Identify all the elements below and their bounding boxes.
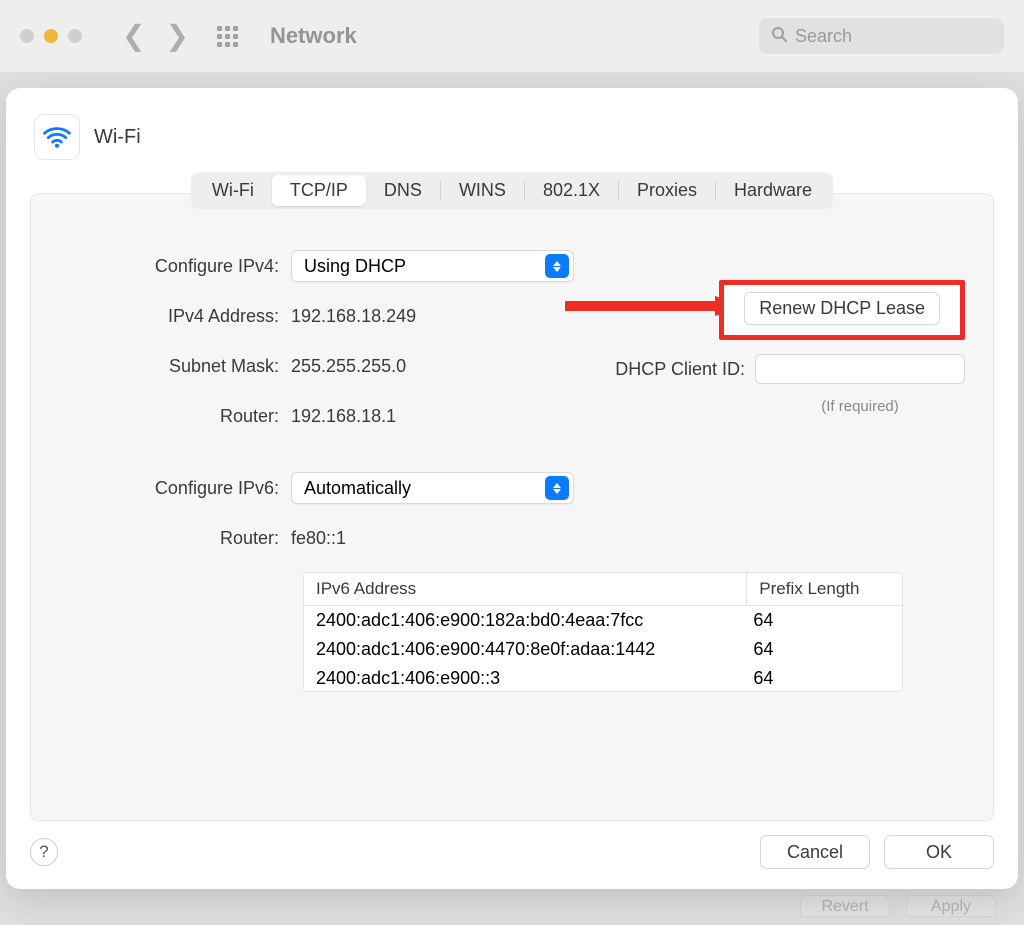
subnet-mask-label: Subnet Mask: <box>61 356 291 377</box>
annotation-highlight-box: Renew DHCP Lease <box>719 280 965 340</box>
tab-dns[interactable]: DNS <box>366 175 440 206</box>
revert-button[interactable]: Revert <box>800 895 890 917</box>
ipv6-table-body: 2400:adc1:406:e900:182a:bd0:4eaa:7fcc 64… <box>304 606 902 692</box>
ipv6-table-header: IPv6 Address Prefix Length <box>304 573 902 606</box>
configure-ipv6-value: Automatically <box>304 478 411 499</box>
renew-dhcp-lease-button[interactable]: Renew DHCP Lease <box>744 292 940 325</box>
ipv4-router-label: Router: <box>61 406 291 427</box>
table-row[interactable]: 2400:adc1:406:e900::3 64 <box>304 664 902 692</box>
dhcp-side-panel: Renew DHCP Lease DHCP Client ID: (If req… <box>615 280 965 415</box>
ipv4-address-label: IPv4 Address: <box>61 306 291 327</box>
help-button[interactable]: ? <box>30 838 58 866</box>
tab-tcpip[interactable]: TCP/IP <box>272 175 366 206</box>
table-row[interactable]: 2400:adc1:406:e900:182a:bd0:4eaa:7fcc 64 <box>304 606 902 635</box>
ipv6-table[interactable]: IPv6 Address Prefix Length 2400:adc1:406… <box>303 572 903 692</box>
configure-ipv4-label: Configure IPv4: <box>61 256 291 277</box>
ipv4-address-value: 192.168.18.249 <box>291 306 416 327</box>
configure-ipv6-select[interactable]: Automatically <box>291 472 574 504</box>
network-settings-sheet: Wi-Fi Wi-Fi TCP/IP DNS WINS 802.1X Proxi… <box>6 88 1018 889</box>
cancel-button[interactable]: Cancel <box>760 835 870 869</box>
sheet-header: Wi-Fi <box>34 114 994 160</box>
dhcp-client-id-row: DHCP Client ID: <box>615 354 965 384</box>
tab-wins[interactable]: WINS <box>441 175 524 206</box>
tab-8021x[interactable]: 802.1X <box>525 175 618 206</box>
sheet-footer: ? Cancel OK <box>30 835 994 869</box>
tcpip-panel: Renew DHCP Lease DHCP Client ID: (If req… <box>30 193 994 821</box>
tab-bar: Wi-Fi TCP/IP DNS WINS 802.1X Proxies Har… <box>30 172 994 209</box>
tab-wifi[interactable]: Wi-Fi <box>194 175 272 206</box>
configure-ipv6-label: Configure IPv6: <box>61 478 291 499</box>
ok-button[interactable]: OK <box>884 835 994 869</box>
configure-ipv4-value: Using DHCP <box>304 256 406 277</box>
dhcp-client-id-label: DHCP Client ID: <box>615 359 745 380</box>
wifi-icon <box>34 114 80 160</box>
sheet-title: Wi-Fi <box>94 126 141 149</box>
subnet-mask-value: 255.255.255.0 <box>291 356 406 377</box>
ipv6-header-prefix: Prefix Length <box>747 573 902 605</box>
dhcp-client-id-input[interactable] <box>755 354 965 384</box>
table-row[interactable]: 2400:adc1:406:e900:4470:8e0f:adaa:1442 6… <box>304 635 902 664</box>
tab-hardware[interactable]: Hardware <box>716 175 830 206</box>
ipv4-router-value: 192.168.18.1 <box>291 406 396 427</box>
apply-button[interactable]: Apply <box>906 895 996 917</box>
ipv6-router-label: Router: <box>61 528 291 549</box>
ipv6-header-address: IPv6 Address <box>304 573 747 605</box>
if-required-hint: (If required) <box>755 398 965 415</box>
tab-proxies[interactable]: Proxies <box>619 175 715 206</box>
updown-icon <box>545 254 569 278</box>
configure-ipv4-select[interactable]: Using DHCP <box>291 250 574 282</box>
ipv6-router-value: fe80::1 <box>291 528 346 549</box>
backdrop-buttons: Revert Apply <box>800 895 996 917</box>
updown-icon <box>545 476 569 500</box>
segmented-control: Wi-Fi TCP/IP DNS WINS 802.1X Proxies Har… <box>191 172 833 209</box>
